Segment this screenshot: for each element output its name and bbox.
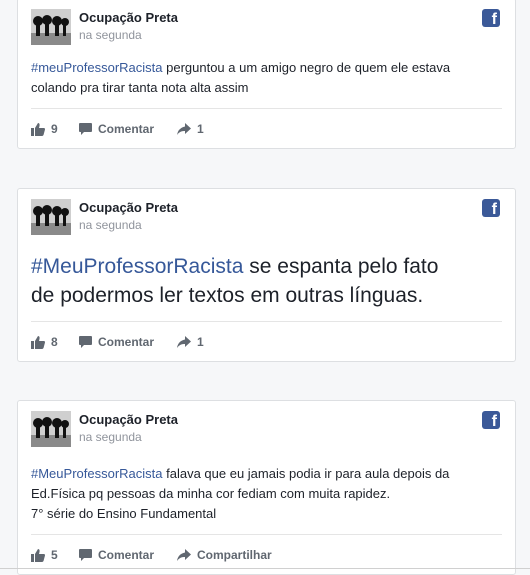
post-text-line: Ed.Física pq pessoas da minha cor fediam… (31, 486, 391, 501)
comment-icon (79, 123, 92, 135)
post-header: Ocupação Preta na segunda f (31, 9, 502, 45)
comment-label: Comentar (98, 548, 155, 562)
post-text-line: falava que eu jamais podia ir para aula … (162, 466, 450, 481)
divider (31, 108, 502, 109)
hashtag-link[interactable]: #MeuProfessorRacista (31, 466, 163, 481)
comment-button[interactable]: Comentar (79, 119, 154, 139)
post-text: #MeuProfessorRacista falava que eu jamai… (31, 464, 502, 524)
thumbs-up-icon (31, 335, 45, 349)
share-icon (177, 549, 191, 561)
post-header: Ocupação Preta na segunda f (31, 199, 502, 235)
facebook-icon[interactable]: f (482, 199, 500, 217)
post-actions: 9 Comentar 1 (31, 119, 502, 139)
author-name[interactable]: Ocupação Preta (79, 412, 178, 427)
hashtag-link[interactable]: #MeuProfessorRacista (31, 255, 243, 278)
share-icon (177, 336, 191, 348)
avatar[interactable] (31, 9, 71, 45)
comment-button[interactable]: Comentar (79, 545, 154, 565)
divider (31, 534, 502, 535)
divider (31, 321, 502, 322)
post-text-line: 7° série do Ensino Fundamental (31, 506, 217, 521)
share-button[interactable]: Compartilhar (177, 545, 272, 565)
author-name[interactable]: Ocupação Preta (79, 200, 178, 215)
comment-button[interactable]: Comentar (79, 332, 154, 352)
avatar[interactable] (31, 199, 71, 235)
post-card: Ocupação Preta na segunda f #meuProfesso… (17, 0, 516, 149)
comment-label: Comentar (98, 335, 155, 349)
share-button[interactable]: 1 (177, 119, 204, 139)
like-count: 5 (51, 548, 58, 562)
like-button[interactable]: 9 (31, 119, 58, 139)
post-text-line: de podermos ler textos em outras línguas… (31, 284, 424, 307)
facebook-icon[interactable]: f (482, 9, 500, 27)
share-button[interactable]: 1 (177, 332, 204, 352)
author-name[interactable]: Ocupação Preta (79, 10, 178, 25)
thumbs-up-icon (31, 548, 45, 562)
post-time[interactable]: na segunda (79, 28, 142, 42)
like-button[interactable]: 5 (31, 545, 58, 565)
post-header: Ocupação Preta na segunda f (31, 411, 502, 447)
share-label: Compartilhar (197, 548, 272, 562)
like-count: 8 (51, 335, 58, 349)
post-card: Ocupação Preta na segunda f #MeuProfesso… (17, 188, 516, 362)
share-icon (177, 123, 191, 135)
post-time[interactable]: na segunda (79, 218, 142, 232)
like-count: 9 (51, 122, 58, 136)
comment-label: Comentar (98, 122, 155, 136)
comment-icon (79, 549, 92, 561)
post-text: #meuProfessorRacista perguntou a um amig… (31, 58, 502, 98)
share-count: 1 (197, 122, 204, 136)
post-text: #MeuProfessorRacista se espanta pelo fat… (31, 252, 502, 310)
thumbs-up-icon (31, 122, 45, 136)
post-text-line: se espanta pelo fato (243, 255, 439, 278)
post-actions: 5 Comentar Compartilhar (31, 545, 502, 565)
facebook-icon[interactable]: f (482, 411, 500, 429)
post-text-line: perguntou a um amigo negro de quem ele e… (162, 60, 451, 75)
avatar[interactable] (31, 411, 71, 447)
hashtag-link[interactable]: #meuProfessorRacista (31, 60, 163, 75)
comment-icon (79, 336, 92, 348)
share-count: 1 (197, 335, 204, 349)
like-button[interactable]: 8 (31, 332, 58, 352)
post-text-line: colando pra tirar tanta nota alta assim (31, 80, 249, 95)
post-actions: 8 Comentar 1 (31, 332, 502, 352)
post-card: Ocupação Preta na segunda f #MeuProfesso… (17, 400, 516, 575)
post-time[interactable]: na segunda (79, 430, 142, 444)
